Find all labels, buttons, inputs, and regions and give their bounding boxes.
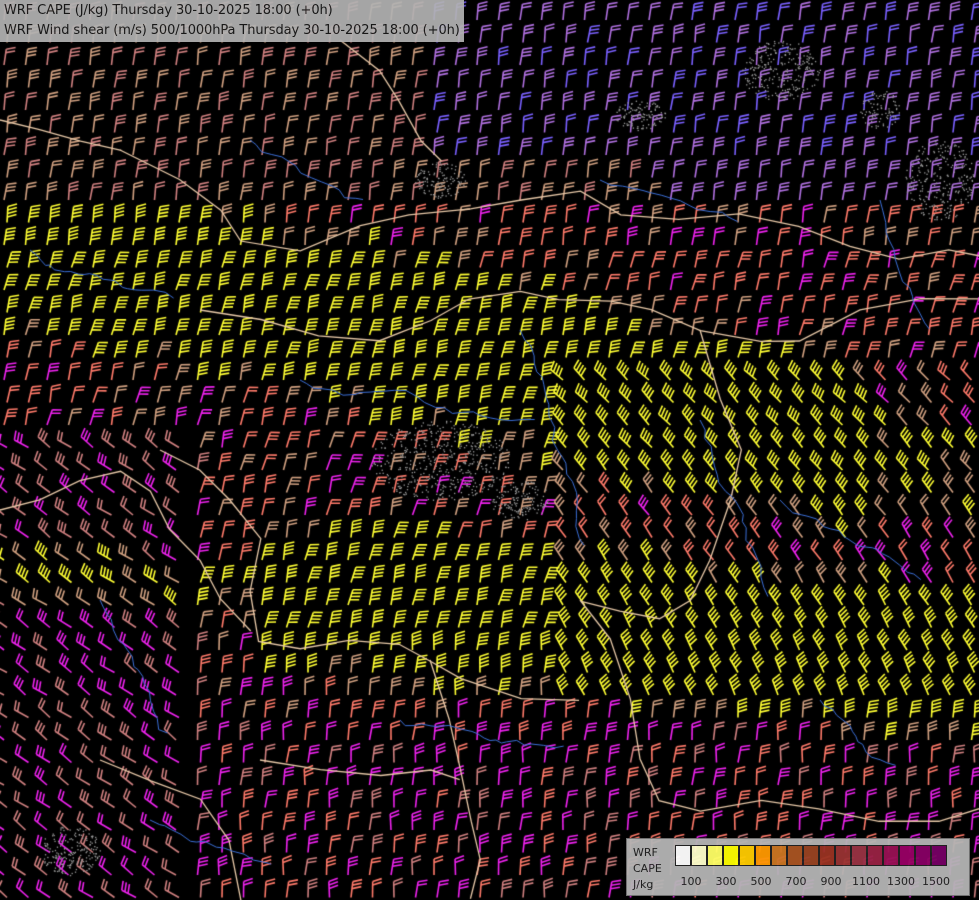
legend-swatch (851, 845, 867, 866)
wind-shear-title: WRF Wind shear (m/s) 500/1000hPa Thursda… (4, 23, 460, 38)
cape-title: WRF CAPE (J/kg) Thursday 30-10-2025 18:0… (4, 3, 333, 18)
legend-swatch (707, 845, 723, 866)
legend-swatch (803, 845, 819, 866)
legend-swatch (931, 845, 947, 866)
cape-legend: WRF CAPE J/kg 100 300 500 700 900 1100 1300 150… (626, 838, 970, 896)
legend-label-unit: J/kg (633, 878, 654, 891)
legend-swatch (787, 845, 803, 866)
legend-tick: 300 (715, 875, 737, 888)
legend-swatch (691, 845, 707, 866)
legend-label-variable: CAPE (633, 862, 662, 875)
legend-swatch (899, 845, 915, 866)
wind-shear-barb-map (0, 0, 979, 900)
legend-label-model: WRF (633, 846, 658, 859)
legend-swatch (675, 845, 691, 866)
legend-tick: 1300 (887, 875, 915, 888)
legend-swatch (883, 845, 899, 866)
legend-tick: 500 (750, 875, 772, 888)
legend-swatch (819, 845, 835, 866)
legend-swatch (739, 845, 755, 866)
legend-tick: 100 (680, 875, 702, 888)
legend-tick: 1500 (922, 875, 950, 888)
legend-tick: 1100 (852, 875, 880, 888)
legend-swatch (723, 845, 739, 866)
legend-swatch (835, 845, 851, 866)
legend-swatch (771, 845, 787, 866)
legend-color-scale (675, 845, 947, 866)
legend-swatch (915, 845, 931, 866)
legend-swatch (755, 845, 771, 866)
legend-tick: 700 (785, 875, 807, 888)
legend-swatch (867, 845, 883, 866)
title-box: WRF CAPE (J/kg) Thursday 30-10-2025 18:0… (0, 0, 464, 42)
legend-tick: 900 (820, 875, 842, 888)
